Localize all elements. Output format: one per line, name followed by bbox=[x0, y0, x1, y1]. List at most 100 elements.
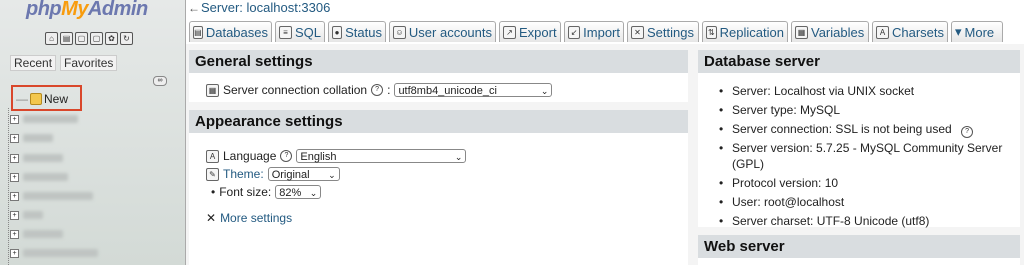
database-server-panel: Database server Server: Localhost via UN… bbox=[698, 50, 1020, 228]
home-icon[interactable]: ⌂ bbox=[45, 32, 58, 45]
theme-row: ✎ Theme: Original ⌄ bbox=[206, 167, 340, 181]
appearance-settings-title: Appearance settings bbox=[189, 110, 688, 133]
expand-icon[interactable]: + bbox=[10, 133, 19, 143]
web-server-title: Web server bbox=[698, 235, 1020, 258]
fontsize-select[interactable]: 82% ⌄ bbox=[275, 185, 322, 199]
collation-row: ▦ Server connection collation ? : utf8mb… bbox=[206, 83, 553, 97]
main-tab-bar: ▤ Databases ≡ SQL ● Status ☺ User accounts ↗… bbox=[186, 21, 1024, 45]
top-breadcrumb-bar: ← Server: localhost:3306 bbox=[186, 0, 1024, 18]
collation-select[interactable]: utf8mb4_unicode_ci ⌄ bbox=[394, 83, 553, 97]
dropdown-arrow-icon: ▾ bbox=[955, 24, 962, 39]
chevron-down-icon: ⌄ bbox=[309, 188, 318, 198]
tab-settings[interactable]: ✕ Settings bbox=[627, 21, 699, 42]
general-settings-panel: General settings ▦ Server connection col… bbox=[189, 50, 688, 102]
db-tree-item[interactable]: + bbox=[10, 133, 53, 143]
expand-icon[interactable]: + bbox=[10, 191, 19, 201]
db-tree-item[interactable]: + bbox=[10, 172, 68, 182]
help-icon[interactable]: ? bbox=[961, 126, 974, 138]
tab-variables[interactable]: ▦ Variables bbox=[791, 21, 869, 42]
collapse-link-icon[interactable]: ∞ bbox=[153, 76, 167, 86]
expand-icon[interactable]: + bbox=[10, 114, 19, 124]
tab-charsets[interactable]: A Charsets bbox=[872, 21, 948, 42]
main-content-area: General settings ▦ Server connection col… bbox=[186, 44, 1024, 265]
tab-status[interactable]: ● Status bbox=[328, 21, 386, 42]
theme-link[interactable]: Theme: bbox=[223, 167, 264, 181]
db-name-redacted bbox=[23, 192, 93, 200]
collation-icon: ▦ bbox=[206, 83, 219, 97]
wrench-icon: ✕ bbox=[631, 25, 644, 39]
theme-select[interactable]: Original ⌄ bbox=[267, 167, 340, 181]
new-label: New bbox=[44, 92, 69, 106]
db-tree-item[interactable]: + bbox=[10, 191, 93, 201]
tab-export[interactable]: ↗ Export bbox=[499, 21, 561, 42]
server-breadcrumb[interactable]: Server: localhost:3306 bbox=[201, 0, 330, 15]
navigation-sidebar: phpMyAdmin ⌂ ▤ ▢ ▢ ✿ ↻ Recent Favorites … bbox=[0, 0, 186, 265]
export-icon: ↗ bbox=[503, 25, 516, 39]
language-select[interactable]: English ⌄ bbox=[296, 149, 467, 163]
replication-icon: ⇅ bbox=[706, 25, 717, 39]
help-icon[interactable]: ? bbox=[371, 84, 384, 96]
settings-icon[interactable]: ✿ bbox=[105, 32, 118, 45]
import-icon: ↙ bbox=[568, 25, 581, 39]
list-item: Server charset: UTF-8 Unicode (utf8) bbox=[719, 214, 929, 228]
chevron-down-icon: ⌄ bbox=[454, 152, 463, 162]
help-icon[interactable]: ? bbox=[280, 150, 293, 162]
more-settings-row: ✕ More settings bbox=[206, 211, 292, 225]
db-tree-item[interactable]: + bbox=[10, 248, 98, 258]
tab-sql[interactable]: ≡ SQL bbox=[275, 21, 325, 42]
expand-icon[interactable]: + bbox=[10, 172, 19, 182]
list-item: Server: Localhost via UNIX socket bbox=[719, 84, 914, 98]
chevron-down-icon: ⌄ bbox=[328, 170, 336, 180]
language-row: A Language ? English ⌄ bbox=[206, 149, 467, 163]
charsets-icon: A bbox=[876, 25, 889, 39]
database-icon: ▤ bbox=[193, 25, 203, 39]
db-name-redacted bbox=[23, 230, 63, 238]
phpmyadmin-logo[interactable]: phpMyAdmin bbox=[26, 0, 148, 21]
language-icon: A bbox=[206, 149, 219, 163]
list-item: Server type: MySQL bbox=[719, 103, 840, 117]
more-settings-link[interactable]: More settings bbox=[220, 211, 292, 225]
db-name-redacted bbox=[23, 154, 63, 162]
wrench-icon: ✕ bbox=[206, 211, 217, 225]
status-icon: ● bbox=[332, 25, 343, 39]
chevron-down-icon: ⌄ bbox=[540, 86, 549, 96]
db-tree-item[interactable]: + bbox=[10, 229, 63, 239]
tab-import[interactable]: ↙ Import bbox=[564, 21, 624, 42]
expand-icon[interactable]: + bbox=[10, 153, 19, 163]
paintbrush-icon: ✎ bbox=[206, 167, 219, 181]
appearance-settings-panel: Appearance settings A Language ? English… bbox=[189, 110, 688, 265]
sql-icon: ≡ bbox=[279, 25, 292, 39]
db-name-redacted bbox=[23, 173, 68, 181]
new-db-icon bbox=[30, 93, 42, 105]
web-server-panel: Web server bbox=[698, 235, 1020, 265]
expand-icon[interactable]: + bbox=[10, 248, 19, 258]
left-panel-column: General settings ▦ Server connection col… bbox=[189, 50, 688, 265]
list-item: Server connection: SSL is not being used… bbox=[719, 122, 974, 138]
tab-replication[interactable]: ⇅ Replication bbox=[702, 21, 788, 42]
back-arrow-icon[interactable]: ← bbox=[188, 1, 200, 15]
query-window-icon[interactable]: ▢ bbox=[75, 32, 88, 45]
tree-branch-icon: — bbox=[16, 92, 28, 106]
db-name-redacted bbox=[23, 249, 98, 257]
expand-icon[interactable]: + bbox=[10, 210, 19, 220]
db-tree-item[interactable]: + bbox=[10, 153, 63, 163]
nav-icon-bar: ⌂ ▤ ▢ ▢ ✿ ↻ bbox=[45, 32, 133, 45]
variables-icon: ▦ bbox=[795, 25, 808, 39]
reload-icon[interactable]: ↻ bbox=[120, 32, 133, 45]
logout-icon[interactable]: ▤ bbox=[60, 32, 73, 45]
list-item: Protocol version: 10 bbox=[719, 176, 838, 190]
db-tree-item[interactable]: + bbox=[10, 210, 43, 220]
docs-icon[interactable]: ▢ bbox=[90, 32, 103, 45]
expand-icon[interactable]: + bbox=[10, 229, 19, 239]
fontsize-label: Font size: bbox=[219, 185, 272, 199]
tab-recent[interactable]: Recent bbox=[10, 55, 57, 71]
tab-more[interactable]: ▾ More bbox=[951, 21, 1003, 42]
db-name-redacted bbox=[23, 115, 78, 123]
tab-user-accounts[interactable]: ☺ User accounts bbox=[389, 21, 496, 42]
list-item: Server version: 5.7.25 - MySQL Community… bbox=[719, 141, 1002, 155]
users-icon: ☺ bbox=[393, 25, 406, 39]
db-tree-item[interactable]: + bbox=[10, 114, 78, 124]
tab-databases[interactable]: ▤ Databases bbox=[189, 21, 272, 42]
tab-favorites[interactable]: Favorites bbox=[60, 55, 118, 71]
new-database-item[interactable]: — New bbox=[16, 92, 68, 106]
